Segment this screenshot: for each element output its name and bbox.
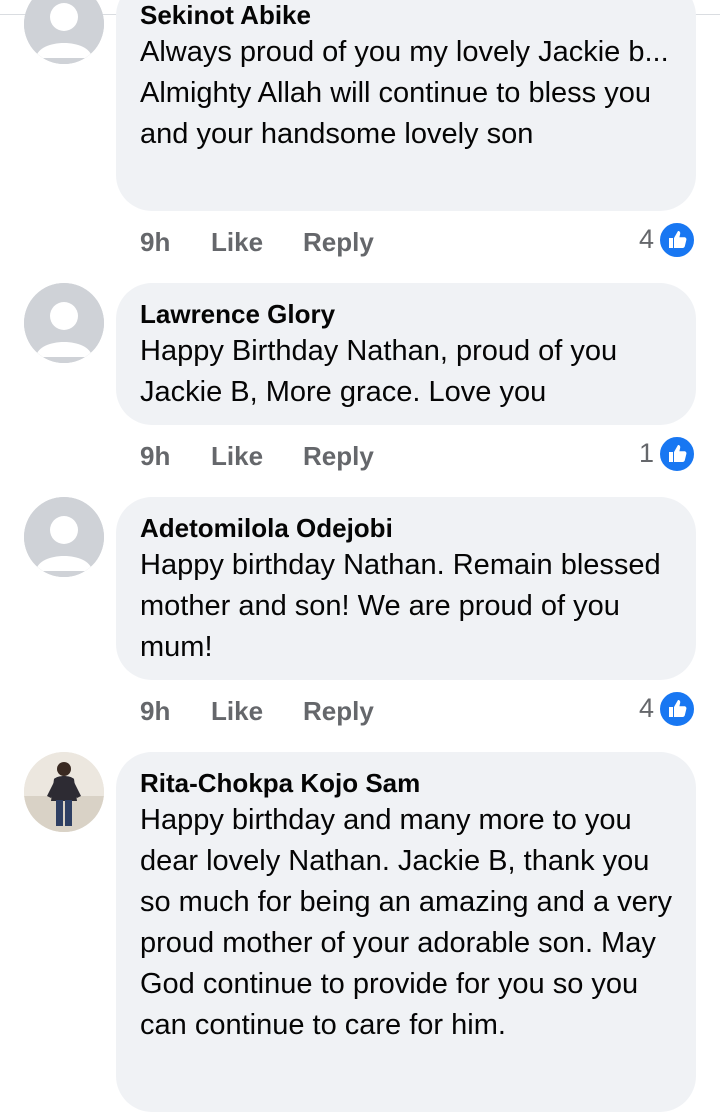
comment-text: Happy birthday and many more to you dear… bbox=[140, 804, 672, 1041]
comment-author[interactable]: Sekinot Abike bbox=[140, 0, 676, 32]
reaction-count: 4 bbox=[638, 224, 654, 254]
avatar[interactable] bbox=[24, 0, 104, 64]
avatar[interactable] bbox=[24, 283, 104, 363]
reply-button[interactable]: Reply bbox=[303, 693, 374, 729]
default-avatar-icon bbox=[24, 497, 104, 577]
reaction-count: 1 bbox=[638, 438, 654, 468]
avatar[interactable] bbox=[24, 752, 104, 832]
reply-button[interactable]: Reply bbox=[303, 224, 374, 260]
reaction-summary[interactable]: 1 bbox=[616, 435, 696, 473]
reaction-summary[interactable]: 4 bbox=[616, 221, 696, 259]
like-button[interactable]: Like bbox=[211, 693, 263, 729]
comment-text: Always proud of you my lovely Jackie b..… bbox=[140, 36, 669, 150]
comment-bubble: Adetomilola Odejobi Happy birthday Natha… bbox=[116, 497, 696, 680]
like-button[interactable]: Like bbox=[211, 438, 263, 474]
like-button[interactable]: Like bbox=[211, 224, 263, 260]
reaction-summary[interactable]: 4 bbox=[616, 690, 696, 728]
comment-author[interactable]: Lawrence Glory bbox=[140, 297, 676, 331]
comment-author[interactable]: Adetomilola Odejobi bbox=[140, 511, 676, 545]
comment-time[interactable]: 9h bbox=[140, 224, 170, 260]
reply-button[interactable]: Reply bbox=[303, 438, 374, 474]
thumbs-up-icon bbox=[658, 435, 696, 473]
comment-time[interactable]: 9h bbox=[140, 438, 170, 474]
comment-text: Happy Birthday Nathan, proud of you Jack… bbox=[140, 335, 618, 408]
default-avatar-icon bbox=[24, 0, 104, 64]
thumbs-up-icon bbox=[658, 221, 696, 259]
reaction-count: 4 bbox=[638, 693, 654, 723]
avatar[interactable] bbox=[24, 497, 104, 577]
comment-bubble: Lawrence Glory Happy Birthday Nathan, pr… bbox=[116, 283, 696, 425]
comment-text: Happy birthday Nathan. Remain blessed mo… bbox=[140, 549, 661, 663]
thumbs-up-icon bbox=[658, 690, 696, 728]
profile-photo-icon bbox=[24, 752, 104, 832]
default-avatar-icon bbox=[24, 283, 104, 363]
comment-bubble: Sekinot Abike Always proud of you my lov… bbox=[116, 0, 696, 211]
comment-author[interactable]: Rita-Chokpa Kojo Sam bbox=[140, 766, 676, 800]
comment-bubble: Rita-Chokpa Kojo Sam Happy birthday and … bbox=[116, 752, 696, 1112]
comment-time[interactable]: 9h bbox=[140, 693, 170, 729]
